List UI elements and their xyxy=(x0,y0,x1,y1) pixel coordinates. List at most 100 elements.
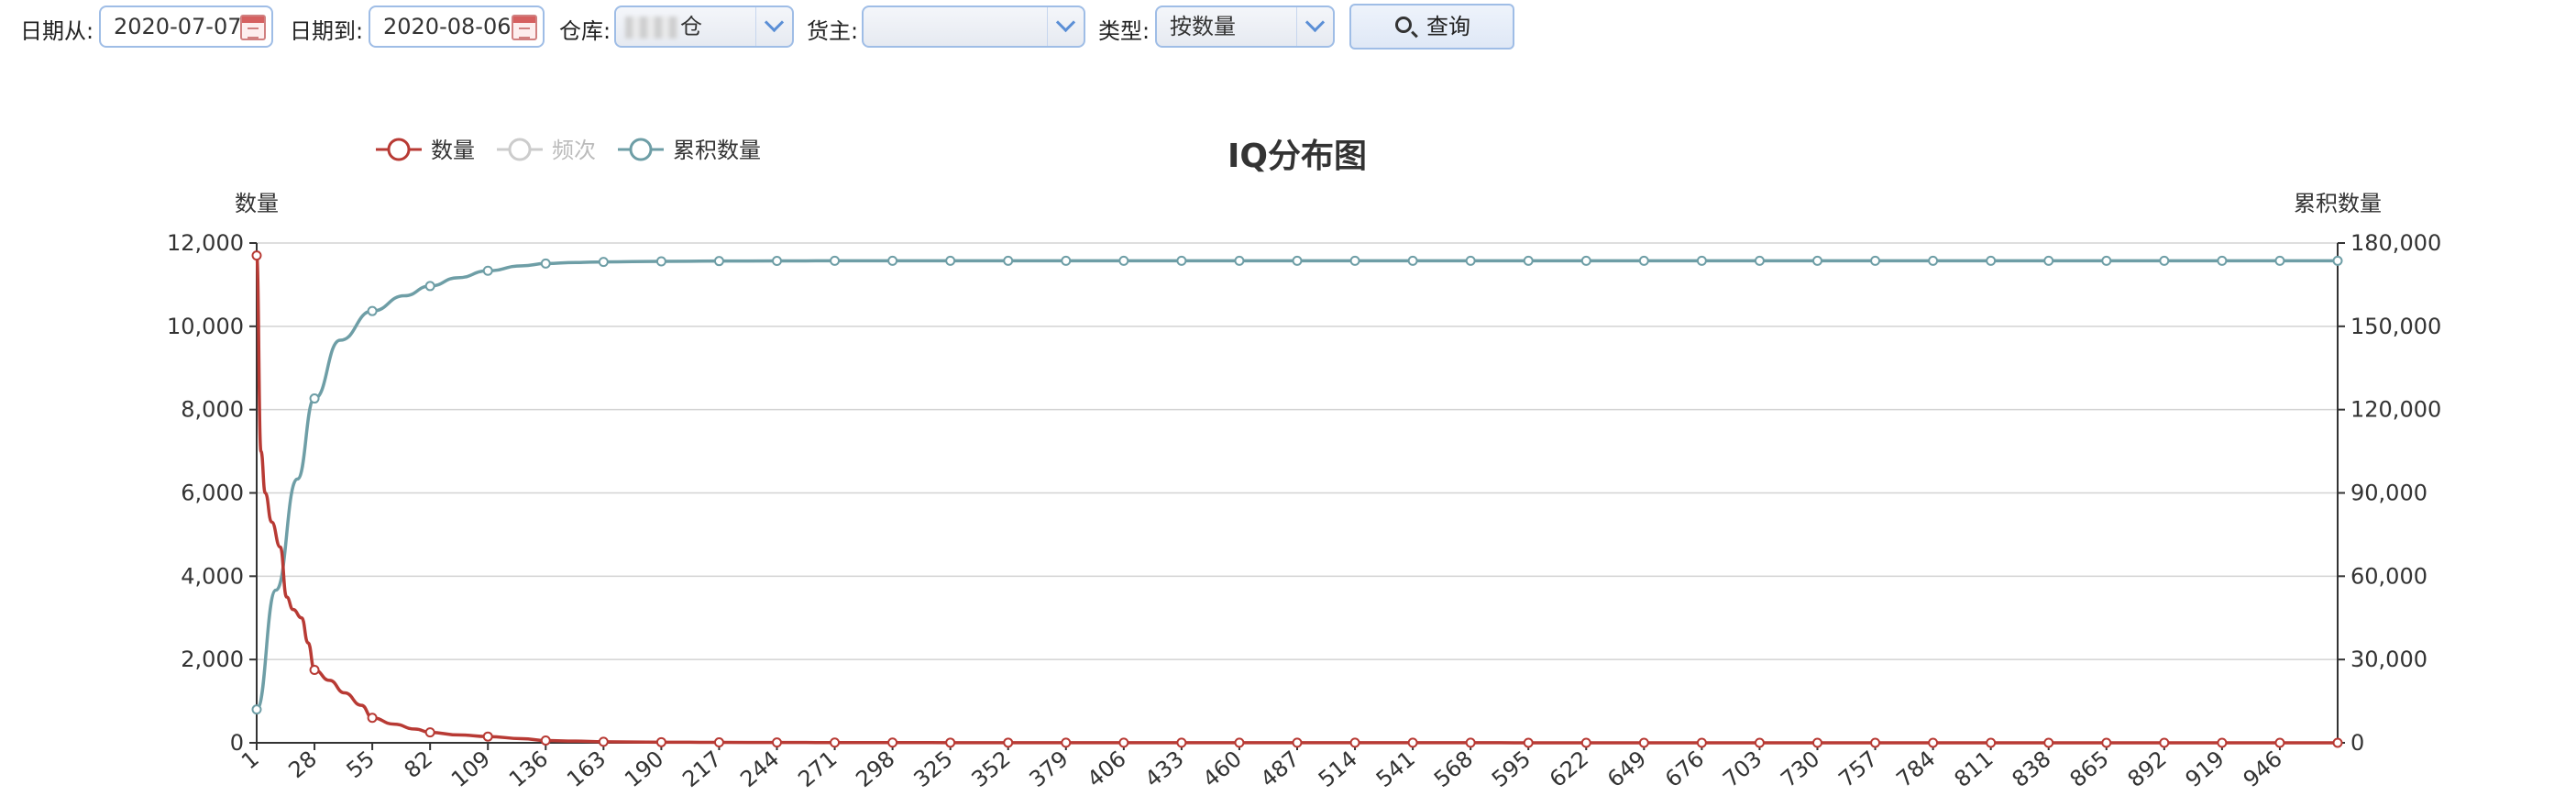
cumulative-quantity-point xyxy=(1986,255,1997,266)
cumulative-quantity-point xyxy=(1292,255,1303,266)
cumulative-quantity-point xyxy=(1118,255,1129,266)
quantity-point xyxy=(1234,737,1245,748)
left-axis-label: 数量 xyxy=(235,191,279,216)
cumulative-quantity-point xyxy=(1870,255,1881,266)
quantity-point xyxy=(367,713,378,724)
x-axis-tick-label: 433 xyxy=(1140,746,1189,792)
x-axis-tick-label: 622 xyxy=(1545,746,1593,792)
cumulative-quantity-point xyxy=(1061,255,1072,266)
cumulative-quantity-point xyxy=(251,704,262,715)
x-axis-tick-label: 784 xyxy=(1891,746,1940,792)
quantity-point xyxy=(713,737,724,748)
cumulative-quantity-point xyxy=(772,256,782,267)
cumulative-quantity-point xyxy=(1754,255,1765,266)
quantity-point xyxy=(945,737,956,748)
cumulative-quantity-point xyxy=(2332,255,2343,266)
x-axis-tick-label: 55 xyxy=(342,746,380,783)
x-axis-tick-label: 541 xyxy=(1371,746,1420,792)
cumulative-quantity-point xyxy=(482,265,493,276)
quantity-point xyxy=(1928,737,1939,748)
right-axis-tick-label: 30,000 xyxy=(2350,647,2427,672)
x-axis-tick-label: 919 xyxy=(2181,746,2229,792)
quantity-point xyxy=(830,737,841,748)
x-axis-tick-label: 892 xyxy=(2123,746,2172,792)
iq-distribution-chart: 0 02,000 30,0004,000 60,0006,000 90,0008,000… xyxy=(167,138,2441,792)
quantity-point xyxy=(540,735,551,746)
x-axis-tick-label: 568 xyxy=(1429,746,1478,792)
legend-swatch-marker xyxy=(629,138,653,161)
x-axis-tick-label: 136 xyxy=(504,746,553,792)
quantity-point xyxy=(1696,737,1707,748)
cumulative-quantity-point xyxy=(655,256,666,267)
quantity-point xyxy=(1986,737,1997,748)
cumulative-quantity-point xyxy=(2043,255,2054,266)
legend-swatch-marker xyxy=(387,138,411,161)
left-axis-tick-label: 4,000 xyxy=(181,563,244,589)
cumulative-quantity-point xyxy=(1812,255,1822,266)
cumulative-quantity-point xyxy=(2217,255,2228,266)
cumulative-quantity-point xyxy=(830,255,841,266)
cumulative-quantity-point xyxy=(1696,255,1707,266)
quantity-point xyxy=(482,731,493,742)
cumulative-quantity-point xyxy=(713,256,724,267)
x-axis-tick-label: 298 xyxy=(851,746,899,792)
cumulative-quantity-point xyxy=(2101,255,2112,266)
quantity-point xyxy=(1061,737,1072,748)
x-axis-tick-label: 649 xyxy=(1602,746,1651,792)
quantity-point xyxy=(655,736,666,747)
left-axis-tick-label: 8,000 xyxy=(181,397,244,423)
quantity-point xyxy=(1292,737,1303,748)
left-axis-tick-label: 12,000 xyxy=(167,230,244,256)
x-axis-tick-label: 703 xyxy=(1718,746,1767,792)
left-axis-tick-label: 2,000 xyxy=(181,647,244,672)
right-axis-tick-label: 120,000 xyxy=(2350,397,2441,423)
cumulative-quantity-point xyxy=(887,255,898,266)
quantity-point xyxy=(1754,737,1765,748)
quantity-point xyxy=(2274,737,2285,748)
x-axis-tick-label: 352 xyxy=(966,746,1015,792)
x-axis-tick-label: 514 xyxy=(1314,746,1362,792)
quantity-point xyxy=(1003,737,1014,748)
x-axis-tick-label: 757 xyxy=(1833,746,1882,792)
legend[interactable]: 数量 频次 累积数量 xyxy=(376,138,761,163)
x-axis-tick-label: 190 xyxy=(620,746,668,792)
legend-item-label: 频次 xyxy=(552,138,596,163)
cumulative-quantity-point xyxy=(1638,255,1649,266)
quantity-point xyxy=(887,737,898,748)
x-axis-tick-label: 28 xyxy=(284,746,322,783)
cumulative-quantity-point xyxy=(1928,255,1939,266)
cumulative-quantity-point xyxy=(1176,255,1187,266)
quantity-point xyxy=(1870,737,1881,748)
right-axis-label: 累积数量 xyxy=(2294,191,2382,216)
quantity-point xyxy=(598,736,609,747)
cumulative-quantity-point xyxy=(309,393,320,404)
quantity-point xyxy=(2159,737,2170,748)
x-axis-tick-label: 838 xyxy=(2007,746,2055,792)
cumulative-quantity-point xyxy=(1580,255,1591,266)
cumulative-quantity-point xyxy=(1465,255,1476,266)
quantity-point xyxy=(2332,737,2343,748)
x-axis-tick-label: 676 xyxy=(1660,746,1709,792)
quantity-point xyxy=(251,250,262,261)
x-axis-tick-label: 406 xyxy=(1083,746,1131,792)
x-axis-tick-label: 271 xyxy=(793,746,842,792)
chart-title: IQ分布图 xyxy=(1227,138,1367,175)
right-axis-tick-label: 90,000 xyxy=(2350,481,2427,506)
cumulative-quantity-point xyxy=(367,305,378,316)
quantity-point xyxy=(309,665,320,676)
right-axis-tick-label: 150,000 xyxy=(2350,314,2441,339)
quantity-point xyxy=(772,737,782,748)
quantity-line xyxy=(255,253,2338,745)
quantity-point xyxy=(2101,737,2112,748)
x-axis-tick-label: 109 xyxy=(446,746,495,792)
axes: 0 02,000 30,0004,000 60,0006,000 90,0008,000… xyxy=(167,230,2441,792)
x-axis-tick-label: 244 xyxy=(735,746,784,792)
quantity-point xyxy=(1465,737,1476,748)
legend-item-label: 累积数量 xyxy=(673,138,761,163)
x-axis-tick-label: 595 xyxy=(1487,746,1536,792)
x-axis-tick-label: 163 xyxy=(562,746,611,792)
x-axis-tick-label: 946 xyxy=(2239,746,2287,792)
cumulative-quantity-point xyxy=(1349,255,1360,266)
cumulative-quantity-point xyxy=(1234,255,1245,266)
quantity-point xyxy=(1176,737,1187,748)
